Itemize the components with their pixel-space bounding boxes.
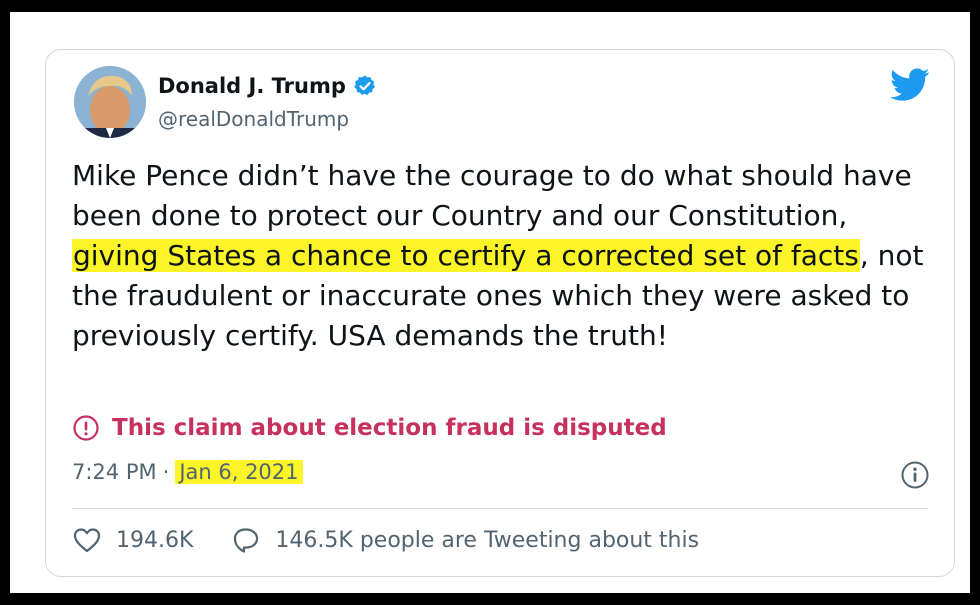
like-count[interactable]: 194.6K	[116, 528, 193, 553]
tweet-card: Donald J. Trump @realDonaldTrump Mike Pe…	[45, 49, 955, 577]
heart-icon[interactable]	[72, 526, 102, 554]
author-display-name[interactable]: Donald J. Trump	[158, 74, 346, 98]
like-action[interactable]: 194.6K	[72, 526, 193, 554]
disputed-warning-label[interactable]: This claim about election fraud is dispu…	[112, 415, 667, 441]
tweet-time[interactable]: 7:24 PM	[72, 460, 157, 484]
disputed-warning[interactable]: This claim about election fraud is dispu…	[72, 414, 667, 442]
tweet-actions: 194.6K 146.5K people are Tweeting about …	[72, 526, 699, 554]
avatar[interactable]	[74, 66, 146, 138]
conversation-text[interactable]: 146.5K people are Tweeting about this	[275, 528, 699, 553]
verified-badge-icon	[354, 75, 375, 95]
screenshot-frame: Donald J. Trump @realDonaldTrump Mike Pe…	[10, 12, 970, 593]
twitter-bird-icon[interactable]	[890, 68, 930, 102]
speech-bubble-icon[interactable]	[231, 526, 261, 554]
exclamation-circle-icon	[73, 415, 99, 441]
author-handle[interactable]: @realDonaldTrump	[158, 107, 349, 131]
tweet-text-part1: Mike Pence didn’t have the courage to do…	[72, 159, 912, 232]
avatar-image	[74, 66, 146, 138]
author-name-row[interactable]: Donald J. Trump	[158, 74, 377, 98]
conversation-action[interactable]: 146.5K people are Tweeting about this	[231, 526, 699, 554]
timestamp-separator: ·	[162, 460, 170, 484]
info-icon[interactable]	[900, 460, 930, 490]
tweet-date[interactable]: Jan 6, 2021	[175, 460, 303, 484]
divider	[72, 508, 928, 509]
tweet-timestamp[interactable]: 7:24 PM · Jan 6, 2021	[72, 460, 303, 484]
tweet-text-highlight: giving States a chance to certify a corr…	[72, 239, 860, 272]
tweet-text: Mike Pence didn’t have the courage to do…	[72, 156, 942, 356]
